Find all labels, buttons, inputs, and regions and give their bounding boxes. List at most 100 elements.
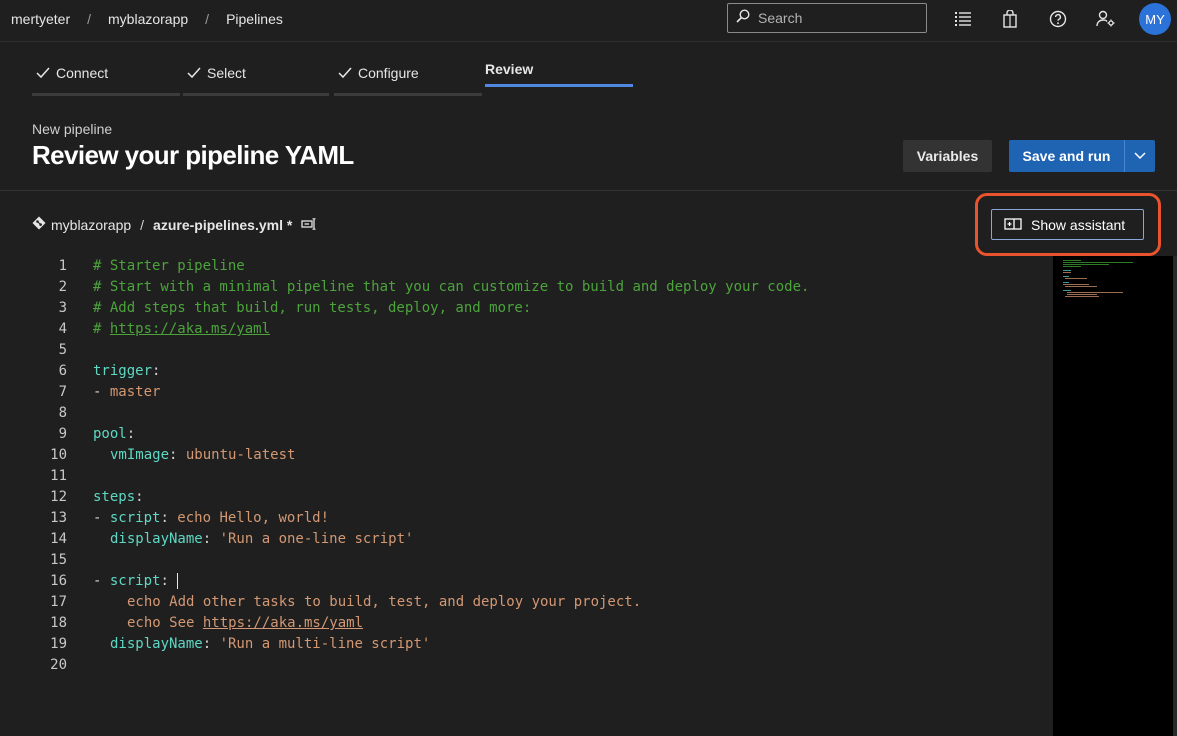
step-select[interactable]: Select (183, 58, 331, 96)
yaml-value: master (109, 384, 161, 400)
wizard-steps: Connect Select Configure Review (32, 58, 732, 98)
line-number: 8 (58, 405, 67, 421)
step-progress-bar (485, 84, 633, 87)
file-name: azure-pipelines.yml * (153, 216, 293, 233)
code-link[interactable]: https://aka.ms/yaml (203, 615, 363, 631)
marketplace-bag-icon[interactable] (1000, 9, 1020, 29)
line-number: 5 (58, 342, 67, 358)
line-number: 20 (50, 657, 67, 673)
checkmark-icon (36, 67, 50, 79)
yaml-key: displayName (110, 531, 203, 547)
show-assistant-button[interactable]: Show assistant (991, 209, 1144, 240)
code-line: vmImage: ubuntu-latest (110, 447, 296, 463)
checkmark-icon (338, 67, 352, 79)
line-number: 1 (58, 258, 67, 274)
user-settings-icon[interactable] (1096, 9, 1116, 29)
chevron-down-icon (1134, 152, 1146, 160)
line-number: 7 (58, 384, 67, 400)
editor-minimap[interactable] (1053, 256, 1173, 736)
code-line: - master (93, 382, 160, 403)
search-icon (736, 8, 750, 28)
path-separator: / (140, 216, 145, 233)
save-and-run-button[interactable]: Save and run (1009, 140, 1124, 172)
text-cursor (177, 573, 179, 589)
breadcrumb-separator: / (205, 11, 210, 27)
step-label: Connect (56, 65, 109, 81)
step-label: Select (207, 65, 246, 81)
yaml-value: echo Hello, world! (177, 510, 330, 526)
search-box[interactable] (727, 3, 927, 33)
yaml-key: steps (93, 489, 136, 505)
code-line: # Starter pipeline (93, 258, 245, 274)
code-line: # Start with a minimal pipeline that you… (93, 279, 810, 295)
code-line: steps: (93, 489, 144, 505)
line-number: 12 (50, 489, 67, 505)
yaml-key: script (109, 573, 161, 589)
code-line: echo Add other tasks to build, test, and… (127, 594, 642, 610)
code-line: - script: echo Hello, world! (93, 510, 330, 526)
code-line: trigger: (93, 363, 161, 379)
list-settings-icon[interactable] (953, 9, 973, 29)
code-line: # Add steps that build, run tests, deplo… (93, 300, 532, 316)
step-progress-bar (334, 93, 482, 96)
yaml-value: ubuntu-latest (185, 447, 296, 463)
show-assistant-label: Show assistant (1031, 216, 1126, 233)
yaml-key: pool (93, 426, 127, 442)
step-progress-bar (32, 93, 180, 96)
yaml-dash: - (93, 510, 110, 526)
page-subtitle: New pipeline (32, 121, 113, 137)
line-number: 10 (50, 447, 67, 463)
line-number: 2 (58, 279, 67, 295)
comment-hash: # (93, 321, 110, 337)
checkmark-icon (187, 67, 201, 79)
save-options-dropdown[interactable] (1124, 140, 1155, 172)
line-number: 3 (58, 300, 67, 316)
yaml-dash: - (93, 573, 110, 589)
assistant-panel-icon (1004, 217, 1022, 233)
line-number: 19 (50, 636, 67, 652)
line-number: 14 (50, 531, 67, 547)
code-link[interactable]: https://aka.ms/yaml (110, 321, 270, 337)
header-divider (0, 190, 1177, 191)
yaml-value: 'Run a multi-line script' (219, 636, 431, 652)
code-line: displayName: 'Run a multi-line script' (110, 636, 431, 652)
code-line: echo See https://aka.ms/yaml (127, 613, 363, 634)
repo-name[interactable]: myblazorapp (51, 217, 131, 233)
repo-icon (32, 216, 46, 233)
help-icon[interactable] (1048, 9, 1068, 29)
yaml-key: trigger (93, 363, 153, 379)
step-review[interactable]: Review (485, 58, 633, 96)
line-number: 18 (50, 615, 67, 631)
step-connect[interactable]: Connect (32, 58, 180, 96)
editor-scrollbar[interactable] (1173, 256, 1177, 736)
breadcrumb-separator: / (87, 11, 92, 27)
breadcrumb-section[interactable]: Pipelines (226, 11, 283, 27)
step-label: Configure (358, 65, 419, 81)
yaml-editor[interactable]: 1 # Starter pipeline 2 # Start with a mini… (0, 256, 1053, 736)
line-number: 13 (50, 510, 67, 526)
code-line: displayName: 'Run a one-line script' (110, 531, 414, 547)
avatar[interactable]: MY (1139, 3, 1171, 35)
step-label: Review (485, 61, 534, 77)
file-path: myblazorapp / azure-pipelines.yml * (32, 216, 317, 233)
search-input[interactable] (756, 9, 916, 27)
code-line: - script: (93, 573, 179, 589)
breadcrumb-org[interactable]: mertyeter (11, 11, 70, 27)
line-number: 4 (58, 321, 67, 337)
line-number: 17 (50, 594, 67, 610)
code-line: # https://aka.ms/yaml (93, 319, 270, 340)
yaml-value: 'Run a one-line script' (219, 531, 414, 547)
variables-button[interactable]: Variables (903, 140, 992, 172)
breadcrumb: mertyeter / myblazorapp / Pipelines (11, 11, 283, 27)
breadcrumb-project[interactable]: myblazorapp (108, 11, 188, 27)
code-line: pool: (93, 426, 136, 442)
line-number: 6 (58, 363, 67, 379)
step-progress-bar (183, 93, 329, 96)
step-configure[interactable]: Configure (334, 58, 482, 96)
yaml-key: displayName (110, 636, 203, 652)
rename-file-icon[interactable] (301, 217, 317, 233)
top-bar: mertyeter / myblazorapp / Pipelines MY (0, 0, 1177, 42)
line-number: 9 (58, 426, 67, 442)
yaml-dash: - (93, 384, 110, 400)
yaml-value: echo See (127, 615, 203, 631)
